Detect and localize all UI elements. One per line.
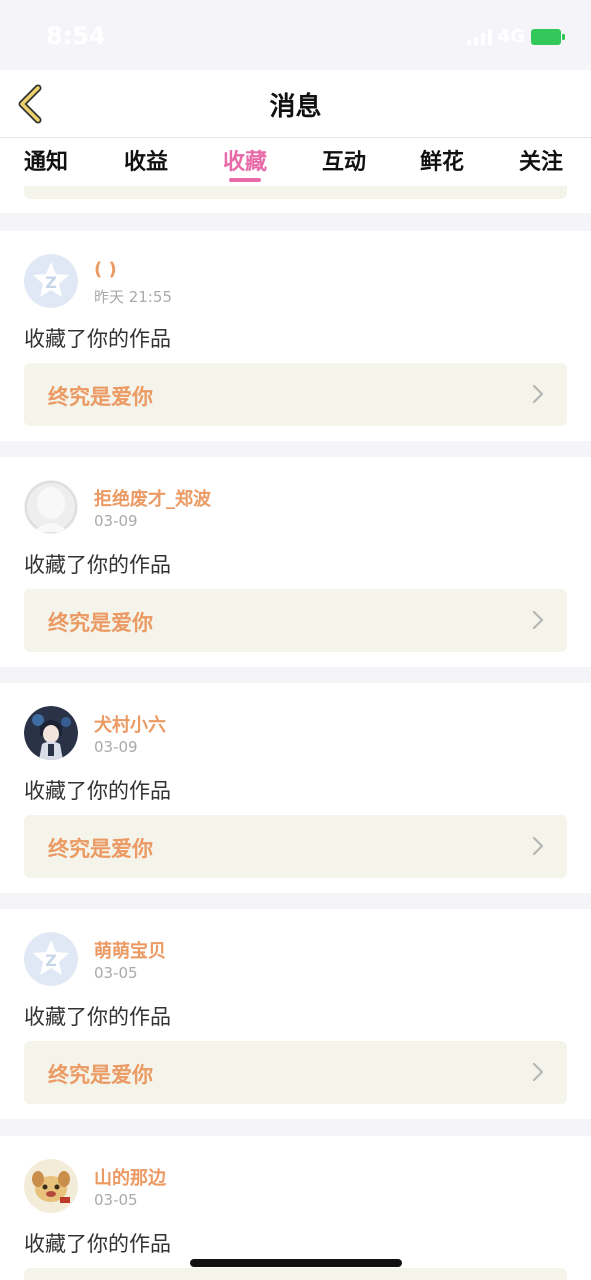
action-text: 收藏了你的作品 [24,779,171,803]
chevron-right-icon [532,384,544,404]
work-link-partial[interactable] [24,186,567,199]
username[interactable]: ( ) [94,259,117,280]
status-indicators: 4G [466,26,565,47]
username[interactable]: 山的那边 [94,1164,166,1190]
work-link[interactable]: 终究是爱你 [24,363,567,426]
chevron-right-icon [532,1062,544,1082]
timestamp: 03-05 [94,1191,138,1209]
list-item: 拒绝废才_郑波 03-09 收藏了你的作品 终究是爱你 [0,457,591,667]
work-link[interactable]: 终究是爱你 [24,815,567,878]
action-text: 收藏了你的作品 [24,1005,171,1029]
svg-text:Z: Z [45,273,57,292]
work-link[interactable] [24,1268,567,1280]
action-text: 收藏了你的作品 [24,327,171,351]
action-text: 收藏了你的作品 [24,553,171,577]
work-link[interactable]: 终究是爱你 [24,1041,567,1104]
cartoon-avatar-icon[interactable] [24,1159,78,1213]
username[interactable]: 拒绝废才_郑波 [94,485,211,511]
timestamp: 03-05 [94,964,138,982]
tab-favorites[interactable]: 收藏 [223,144,267,176]
tab-notifications[interactable]: 通知 [24,144,68,176]
status-bar: 8:54 4G [0,0,591,70]
anime-avatar-icon[interactable] [24,706,78,760]
tab-earnings[interactable]: 收益 [124,144,168,176]
work-title: 终究是爱你 [48,837,153,861]
tab-flowers[interactable]: 鲜花 [420,144,464,176]
default-avatar-icon[interactable]: Z [24,932,78,986]
tab-bar: 通知 收益 收藏 互动 鲜花 关注 [0,138,591,186]
timestamp: 03-09 [94,512,138,530]
status-time: 8:54 [46,22,106,50]
list-item: Z ( ) 昨天 21:55 收藏了你的作品 终究是爱你 [0,231,591,441]
silhouette-avatar-icon[interactable] [24,480,78,534]
battery-icon [531,28,565,45]
svg-text:Z: Z [45,951,57,970]
tab-interactions[interactable]: 互动 [322,144,366,176]
list-item-partial [0,186,591,213]
page-title: 消息 [269,92,322,122]
timestamp: 03-09 [94,738,138,756]
timestamp: 昨天 21:55 [94,288,172,306]
active-tab-indicator [229,178,261,182]
action-text: 收藏了你的作品 [24,1232,171,1256]
home-indicator[interactable] [190,1259,402,1267]
signal-icon [466,28,492,45]
username[interactable]: 萌萌宝贝 [94,937,166,963]
work-title: 终究是爱你 [48,385,153,409]
work-link[interactable]: 终究是爱你 [24,589,567,652]
tab-follows[interactable]: 关注 [519,144,563,176]
nav-bar: 消息 [0,70,591,138]
chevron-right-icon [532,836,544,856]
list-item: 犬村小六 03-09 收藏了你的作品 终究是爱你 [0,683,591,893]
list-item: Z 萌萌宝贝 03-05 收藏了你的作品 终究是爱你 [0,909,591,1119]
default-avatar-icon[interactable]: Z [24,254,78,308]
work-title: 终究是爱你 [48,1063,153,1087]
work-title: 终究是爱你 [48,611,153,635]
chevron-right-icon [532,610,544,630]
network-type: 4G [497,26,525,47]
username[interactable]: 犬村小六 [94,711,166,737]
